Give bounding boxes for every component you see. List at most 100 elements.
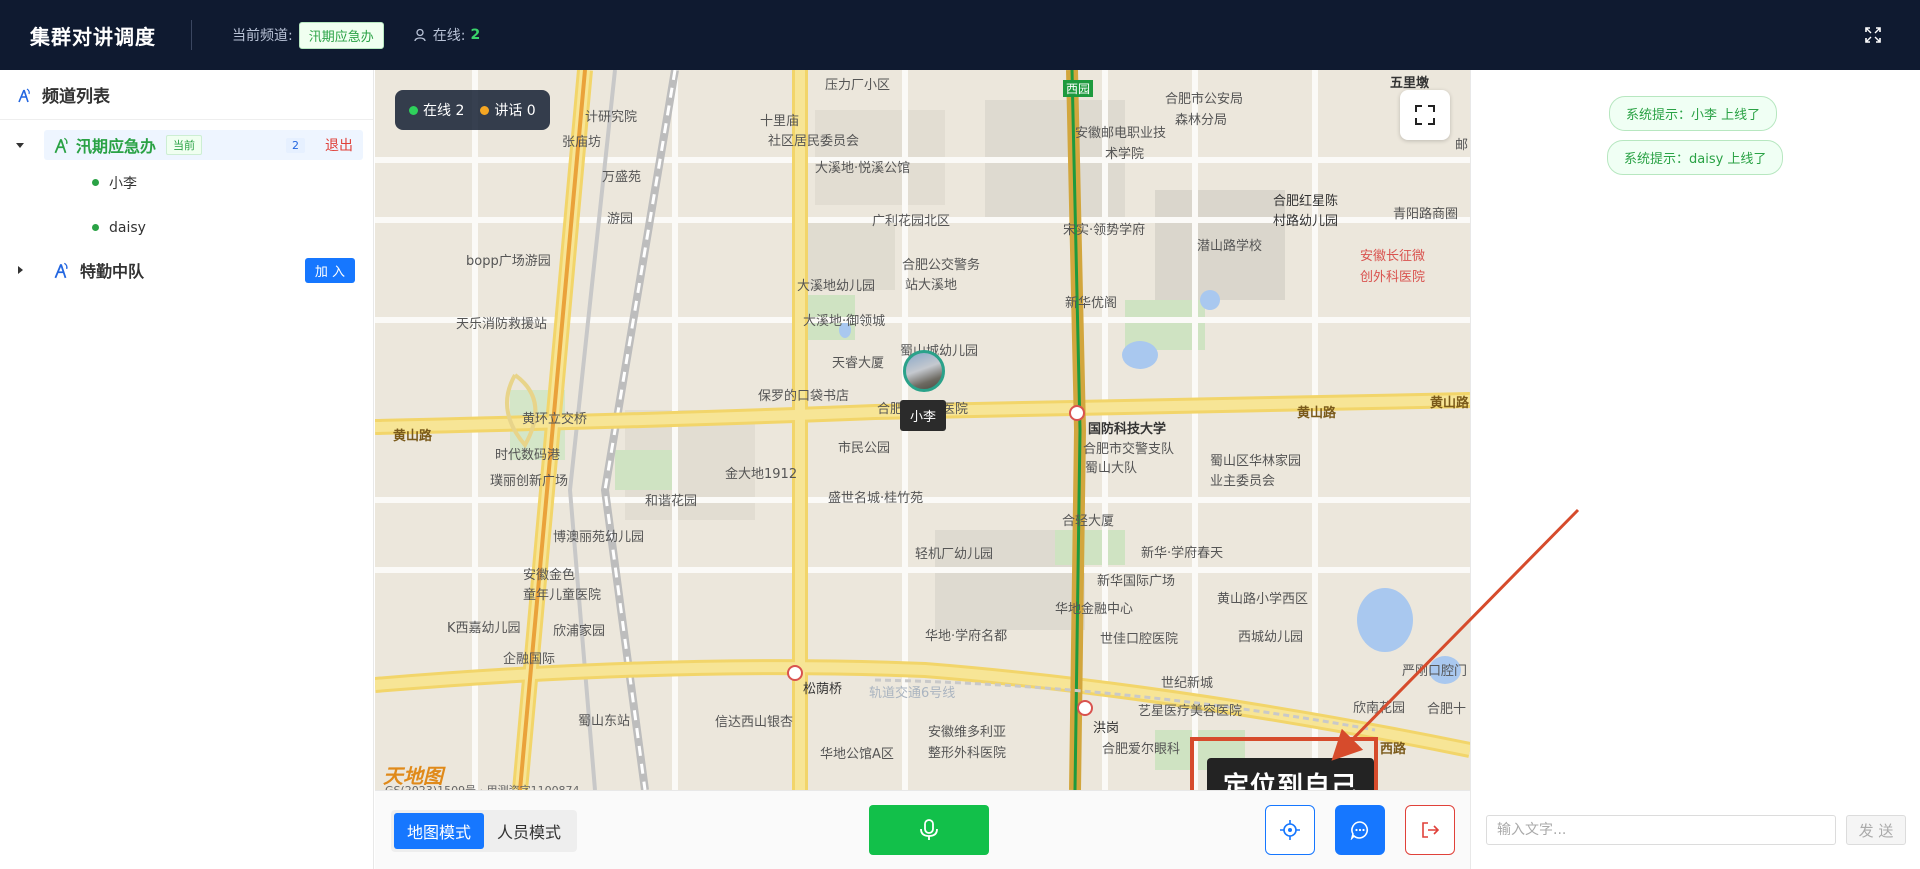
map-label: K西嘉幼儿园 (447, 621, 521, 636)
map-label: 蜀山大队 (1085, 461, 1138, 476)
map-label: 安徽金色 (523, 568, 576, 583)
orange-dot-icon (480, 106, 490, 115)
map-label: 轨道交通6号线 (869, 686, 956, 701)
map-label: 合肥爱尔眼科 (1102, 742, 1181, 757)
map-label: 广利花园北区 (872, 214, 951, 229)
map-label: 黄山路 (1430, 396, 1470, 411)
map-label: 欣浦家园 (553, 624, 606, 639)
map-label: 社区居民委员会 (768, 134, 860, 149)
user-icon (414, 28, 426, 42)
status-online-text: 在线 2 (423, 103, 465, 119)
map-label: 村路幼儿园 (1273, 214, 1339, 229)
map-label: 森林分局 (1175, 113, 1228, 128)
status-talking-text: 讲话 0 (494, 103, 536, 119)
map-label: 万盛苑 (602, 170, 642, 185)
locate-self-button[interactable] (1265, 805, 1315, 855)
map-label: 新华国际广场 (1097, 574, 1176, 589)
map-label: 松荫桥 (803, 682, 843, 697)
signal-icon (54, 262, 68, 279)
online-dot (92, 224, 99, 231)
map-label: 安徽邮电职业技 (1075, 126, 1167, 141)
map-label: 世佳口腔医院 (1100, 632, 1179, 647)
map-label: 黄环立交桥 (522, 412, 588, 427)
member-item[interactable]: 小李 (0, 160, 373, 205)
caret-right-icon[interactable] (14, 264, 26, 276)
map-label: 邮 (1455, 138, 1469, 153)
exit-channel-button[interactable]: 退出 (325, 135, 353, 155)
map-label: 璞丽创新广场 (490, 474, 569, 489)
map-label: 轻机厂幼儿园 (915, 547, 994, 562)
map-label: 大溪地幼儿园 (797, 279, 876, 294)
map-fullscreen-button[interactable] (1400, 90, 1450, 140)
map-label: 站大溪地 (905, 278, 958, 293)
online-count: 2 (470, 27, 481, 43)
map-label: 和谐花园 (645, 494, 698, 509)
map-label: 华地金融中心 (1055, 602, 1134, 617)
map-label: 安徽维多利亚 (928, 725, 1007, 740)
signal-icon (54, 137, 68, 154)
map-label: 华地·学府名都 (925, 629, 1008, 644)
channel-list-title: 频道列表 (42, 87, 110, 107)
online-label: 在线: (432, 28, 466, 44)
map-mode-button[interactable]: 地图模式 (394, 813, 485, 849)
map-label: 艺星医疗美容医院 (1138, 704, 1243, 719)
logout-button[interactable] (1405, 805, 1455, 855)
bottom-toolbar: 地图模式 人员模式 (375, 790, 1470, 869)
chat-toggle-button[interactable] (1335, 805, 1385, 855)
map-label: 童年儿童医院 (523, 588, 602, 603)
map-label: 五里墩 (1390, 76, 1430, 91)
map-label: 宋实·领势学府 (1063, 223, 1146, 238)
map-label: 合肥市公安局 (1165, 92, 1244, 107)
map-label: 大溪地·悦溪公馆 (815, 161, 911, 176)
map-label: 合肥公交警务 (902, 258, 981, 273)
map-label: 黄山路小学西区 (1217, 592, 1309, 607)
map-label: 洪岗 (1093, 721, 1120, 736)
map-label: 游园 (607, 212, 634, 227)
system-message: 系统提示：daisy 上线了 (1607, 140, 1784, 175)
map-label: 大溪地·御领城 (803, 314, 886, 329)
fullscreen-icon[interactable] (1864, 26, 1882, 44)
member-name: daisy (109, 219, 146, 236)
green-dot-icon (409, 106, 418, 115)
map-label: 天乐消防救援站 (456, 317, 548, 332)
channel-name: 特勤中队 (80, 262, 145, 281)
map-label: 保罗的口袋书店 (758, 389, 850, 404)
map-view[interactable]: 压力厂小区 西园 合肥市公安局 森林分局 五里墩 计研究院 十里庙 社区居民委员… (375, 70, 1470, 790)
channel-item-current[interactable]: 汛期应急办 当前 2 退出 (16, 130, 363, 160)
current-tag: 当前 (166, 135, 203, 155)
map-label: 合肥市交警支队 (1083, 442, 1175, 457)
crosshair-icon (1280, 820, 1300, 840)
caret-down-icon[interactable] (14, 139, 26, 151)
map-label: 合轻大厦 (1062, 514, 1115, 529)
online-dot (92, 179, 99, 186)
app-title: 集群对讲调度 (30, 24, 156, 49)
member-item[interactable]: daisy (0, 205, 373, 250)
join-channel-button[interactable]: 加 入 (304, 257, 355, 283)
map-label: 企融国际 (503, 652, 556, 667)
push-to-talk-button[interactable] (869, 805, 989, 855)
signal-icon (18, 88, 30, 102)
member-name: 小李 (109, 175, 137, 192)
chat-bubble-icon (1350, 821, 1369, 840)
user-avatar-marker[interactable] (903, 350, 945, 392)
map-label: 黄山路 (393, 429, 433, 444)
member-count-badge: 2 (286, 137, 305, 153)
map-label: 盛世名城·桂竹苑 (828, 491, 924, 506)
map-label: 安徽长征微 (1360, 249, 1426, 264)
channel-item[interactable]: 特勤中队 加 入 (18, 250, 363, 290)
chat-text-input[interactable] (1486, 815, 1836, 845)
map-label: 蜀山东站 (578, 714, 631, 729)
map-label: 创外科医院 (1360, 270, 1426, 285)
map-label: 张庙坊 (562, 135, 602, 150)
online-status: 在线: 2 (414, 25, 480, 45)
microphone-icon (920, 819, 938, 840)
map-label: 世纪新城 (1161, 676, 1214, 691)
map-label: 新华优阁 (1065, 296, 1118, 311)
map-copyright: GS(2023)1509号 · 甲测资字1100874 (385, 782, 580, 790)
map-label: 金大地1912 (725, 467, 798, 482)
map-label: 整形外科医院 (928, 746, 1007, 761)
person-mode-button[interactable]: 人员模式 (484, 813, 574, 849)
map-label: 市民公园 (838, 441, 891, 456)
send-button[interactable]: 发 送 (1846, 815, 1906, 845)
map-label: 新华·学府春天 (1141, 546, 1224, 561)
